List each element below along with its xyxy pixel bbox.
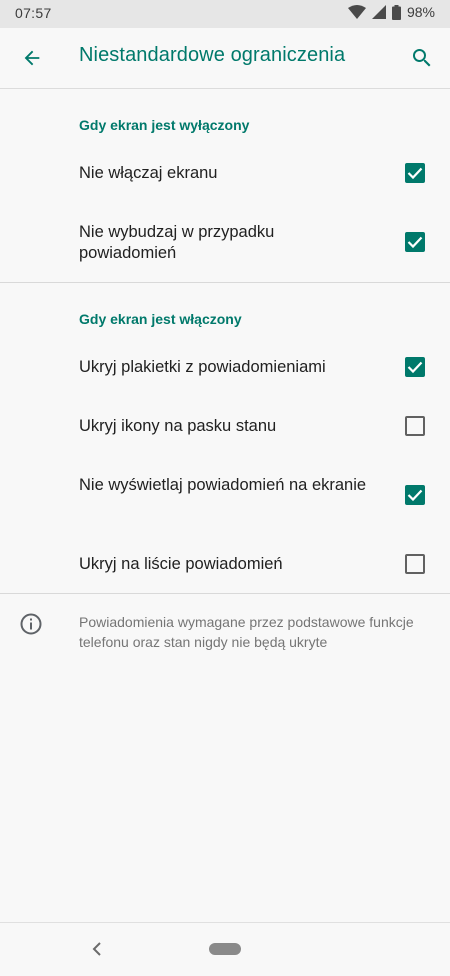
home-pill-icon[interactable] [209, 943, 241, 955]
setting-label: Ukryj na liście powiadomień [79, 555, 283, 573]
signal-icon [371, 5, 386, 19]
check-icon [407, 489, 423, 502]
check-icon [407, 361, 423, 374]
status-icons: 98% [347, 4, 435, 20]
section-divider [0, 593, 450, 594]
setting-row-hide-in-list[interactable]: Ukryj na liście powiadomień [0, 539, 450, 589]
page-title: Niestandardowe ograniczenia [79, 44, 346, 66]
status-bar: 07:57 98% [0, 0, 450, 28]
app-bar: Niestandardowe ograniczenia [0, 28, 450, 89]
back-button[interactable] [14, 40, 50, 76]
battery-icon [391, 4, 401, 20]
setting-row-dont-wake[interactable]: Nie wybudzaj w przypadku powiadomień [0, 208, 450, 274]
nav-back-icon[interactable] [90, 939, 104, 959]
check-icon [407, 167, 423, 180]
setting-row-dont-turn-on-screen[interactable]: Nie włączaj ekranu [0, 148, 450, 198]
wifi-icon [347, 5, 366, 19]
checkbox-hide-status-icons[interactable] [405, 416, 425, 436]
section-divider [0, 282, 450, 283]
setting-row-hide-status-icons[interactable]: Ukryj ikony na pasku stanu [0, 401, 450, 451]
setting-label: Nie wyświetlaj powiadomień na ekranie [79, 476, 367, 494]
status-time: 07:57 [15, 5, 52, 21]
check-icon [407, 236, 423, 249]
section-header-screen-on: Gdy ekran jest włączony [79, 311, 242, 327]
section-header-screen-off: Gdy ekran jest wyłączony [79, 117, 250, 133]
checkbox-dont-turn-on-screen[interactable] [405, 163, 425, 183]
setting-label: Nie wybudzaj w przypadku powiadomień [79, 223, 275, 262]
checkbox-dont-wake[interactable] [405, 232, 425, 252]
checkbox-hide-in-list[interactable] [405, 554, 425, 574]
setting-row-dont-show-on-screen[interactable]: Nie wyświetlaj powiadomień na ekranie [0, 462, 450, 528]
setting-label: Nie włączaj ekranu [79, 164, 218, 182]
search-button[interactable] [404, 40, 440, 76]
checkbox-dont-show-on-screen[interactable] [405, 485, 425, 505]
setting-label: Ukryj ikony na pasku stanu [79, 417, 277, 435]
search-icon [413, 49, 431, 67]
checkbox-hide-badges[interactable] [405, 357, 425, 377]
battery-percent: 98% [406, 4, 435, 20]
setting-label: Ukryj plakietki z powiadomieniami [79, 358, 326, 376]
info-icon [20, 613, 42, 635]
footer-info-text: Powiadomienia wymagane przez podstawowe … [79, 614, 414, 650]
setting-row-hide-badges[interactable]: Ukryj plakietki z powiadomieniami [0, 342, 450, 392]
navigation-bar [0, 922, 450, 976]
arrow-left-icon [24, 50, 40, 66]
